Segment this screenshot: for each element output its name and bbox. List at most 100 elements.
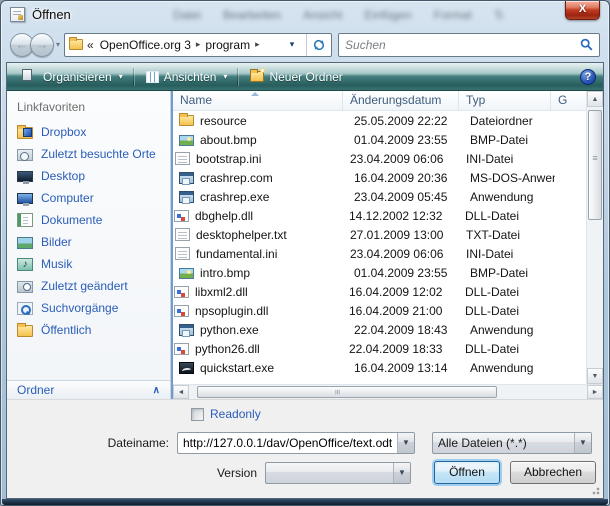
file-date: 22.04.2009 18:43 bbox=[347, 323, 463, 337]
sidebar-item-label: Musik bbox=[41, 257, 72, 271]
organize-icon bbox=[22, 69, 32, 81]
app-file-icon bbox=[179, 324, 194, 336]
breadcrumb-separator-icon[interactable]: ▸ bbox=[252, 39, 263, 50]
column-header-date[interactable]: Änderungsdatum bbox=[343, 91, 459, 110]
file-name: resource bbox=[200, 114, 347, 128]
filetype-combobox[interactable]: Alle Dateien (*.*) ▼ bbox=[432, 432, 592, 454]
column-header-size[interactable]: G bbox=[551, 91, 586, 110]
breadcrumb-overflow-icon[interactable]: « bbox=[87, 38, 94, 52]
filetype-dropdown-icon[interactable]: ▼ bbox=[574, 433, 591, 453]
file-date: 25.05.2009 22:22 bbox=[347, 114, 463, 128]
file-date: 16.04.2009 13:14 bbox=[347, 361, 463, 375]
sidebar-item-computer[interactable]: Computer bbox=[7, 187, 170, 209]
forward-button[interactable]: → bbox=[30, 33, 54, 57]
file-row[interactable]: crashrep.exe23.04.2009 05:45Anwendung bbox=[173, 187, 586, 206]
scroll-left-icon[interactable]: ◄ bbox=[173, 385, 189, 399]
file-name: libxml2.dll bbox=[195, 285, 342, 299]
breadcrumb-separator-icon[interactable]: ▸ bbox=[193, 39, 204, 50]
searches-icon bbox=[17, 302, 33, 315]
file-date: 16.04.2009 20:36 bbox=[347, 171, 463, 185]
favorites-list: DropboxZuletzt besuchte OrteDesktopCompu… bbox=[7, 121, 170, 380]
sidebar-item-public[interactable]: Öffentlich bbox=[7, 319, 170, 341]
filetype-value: Alle Dateien (*.*) bbox=[433, 436, 574, 450]
folders-label: Ordner bbox=[17, 383, 54, 397]
toolbar-item-newfolder[interactable]: Neuer Ordner bbox=[242, 66, 350, 88]
file-row[interactable]: about.bmp01.04.2009 23:55BMP-Datei bbox=[173, 130, 586, 149]
file-row[interactable]: crashrep.com16.04.2009 20:36MS-DOS-Anwen… bbox=[173, 168, 586, 187]
file-row[interactable]: intro.bmp01.04.2009 23:55BMP-Datei bbox=[173, 263, 586, 282]
version-dropdown-icon[interactable]: ▼ bbox=[393, 463, 410, 483]
sidebar-item-music[interactable]: ♪Musik bbox=[7, 253, 170, 275]
search-input[interactable] bbox=[345, 38, 580, 52]
open-button[interactable]: Öffnen bbox=[434, 461, 500, 484]
folders-expander[interactable]: Ordner ∧ bbox=[7, 380, 170, 399]
readonly-checkbox[interactable] bbox=[191, 408, 204, 421]
file-type: Dateiordner bbox=[463, 114, 555, 128]
file-name: crashrep.exe bbox=[200, 190, 347, 204]
toolbar-item-views[interactable]: Ansichten▾ bbox=[138, 66, 236, 88]
file-name: desktophelper.txt bbox=[196, 228, 343, 242]
cancel-button[interactable]: Abbrechen bbox=[510, 461, 596, 484]
toolbar-item-label: Ansichten bbox=[164, 70, 217, 84]
file-row[interactable]: python.exe22.04.2009 18:43Anwendung bbox=[173, 320, 586, 339]
horizontal-scroll-thumb[interactable] bbox=[197, 386, 497, 398]
toolbar-item-organize[interactable]: Organisieren▾ bbox=[14, 66, 131, 88]
text-file-icon bbox=[175, 228, 190, 241]
file-date: 22.04.2009 18:33 bbox=[342, 342, 458, 356]
file-type: DLL-Datei bbox=[458, 304, 550, 318]
views-icon bbox=[146, 71, 159, 83]
sidebar-item-recent-places[interactable]: Zuletzt besuchte Orte bbox=[7, 143, 170, 165]
window-bottom-edge bbox=[2, 499, 608, 505]
filename-input[interactable] bbox=[178, 436, 397, 450]
sidebar-item-documents[interactable]: Dokumente bbox=[7, 209, 170, 231]
background-menu-item: Format bbox=[434, 8, 472, 22]
file-name: quickstart.exe bbox=[200, 361, 347, 375]
horizontal-scroll-track[interactable] bbox=[189, 385, 587, 399]
file-row[interactable]: bootstrap.ini23.04.2009 06:06INI-Datei bbox=[173, 149, 586, 168]
file-name: fundamental.ini bbox=[196, 247, 343, 261]
column-header-type[interactable]: Typ bbox=[459, 91, 551, 110]
dll-file-icon bbox=[174, 343, 189, 355]
version-combobox[interactable]: ▼ bbox=[265, 462, 411, 484]
file-row[interactable]: quickstart.exe16.04.2009 13:14Anwendung bbox=[173, 358, 586, 377]
search-box[interactable] bbox=[338, 33, 600, 57]
computer-icon bbox=[17, 193, 33, 204]
file-row[interactable]: resource25.05.2009 22:22Dateiordner bbox=[173, 111, 586, 130]
filename-dropdown-icon[interactable]: ▼ bbox=[397, 433, 414, 453]
scroll-up-icon[interactable]: ▲ bbox=[587, 91, 603, 107]
recent-places-icon bbox=[17, 149, 33, 161]
file-row[interactable]: fundamental.ini23.04.2009 06:06INI-Datei bbox=[173, 244, 586, 263]
scroll-right-icon[interactable]: ► bbox=[587, 385, 603, 399]
background-app-menubar: DateiBearbeitenAnsichtEinfügenFormatTabe… bbox=[173, 8, 503, 22]
file-date: 16.04.2009 12:02 bbox=[342, 285, 458, 299]
file-row[interactable]: npsoplugin.dll16.04.2009 21:00DLL-Datei bbox=[173, 301, 586, 320]
history-dropdown-icon[interactable]: ▾ bbox=[56, 40, 60, 49]
vertical-scrollbar[interactable]: ▲ ▼ bbox=[586, 91, 603, 384]
help-button[interactable]: ? bbox=[580, 69, 596, 85]
file-row[interactable]: python26.dll22.04.2009 18:33DLL-Datei bbox=[173, 339, 586, 358]
column-header-name[interactable]: Name bbox=[173, 91, 343, 110]
file-row[interactable]: libxml2.dll16.04.2009 12:02DLL-Datei bbox=[173, 282, 586, 301]
sidebar-item-searches[interactable]: Suchvorgänge bbox=[7, 297, 170, 319]
file-list: resource25.05.2009 22:22Dateiordnerabout… bbox=[173, 111, 603, 384]
filename-combobox[interactable]: ▼ bbox=[177, 432, 415, 454]
breadcrumb-item[interactable]: OpenOffice.org 3 bbox=[98, 38, 193, 52]
sidebar-item-desktop[interactable]: Desktop bbox=[7, 165, 170, 187]
horizontal-scrollbar[interactable]: ◄ ► bbox=[173, 384, 603, 399]
file-row[interactable]: dbghelp.dll14.12.2002 12:32DLL-Datei bbox=[173, 206, 586, 225]
vertical-scroll-thumb[interactable] bbox=[588, 110, 602, 220]
address-bar[interactable]: « OpenOffice.org 3▸program▸ ▾ bbox=[64, 33, 332, 57]
address-dropdown-icon[interactable]: ▾ bbox=[282, 39, 302, 50]
refresh-button[interactable] bbox=[306, 34, 331, 56]
sidebar-item-pictures[interactable]: Bilder bbox=[7, 231, 170, 253]
file-row[interactable]: desktophelper.txt27.01.2009 13:00TXT-Dat… bbox=[173, 225, 586, 244]
resize-grip[interactable] bbox=[589, 484, 600, 495]
file-type: INI-Datei bbox=[459, 247, 551, 261]
close-button[interactable]: X bbox=[565, 1, 600, 20]
scroll-down-icon[interactable]: ▼ bbox=[587, 368, 603, 384]
file-name: intro.bmp bbox=[200, 266, 347, 280]
sidebar-item-dropbox[interactable]: Dropbox bbox=[7, 121, 170, 143]
breadcrumb-item[interactable]: program bbox=[203, 38, 252, 52]
sidebar-item-recently-changed[interactable]: Zuletzt geändert bbox=[7, 275, 170, 297]
file-date: 01.04.2009 23:55 bbox=[347, 266, 463, 280]
